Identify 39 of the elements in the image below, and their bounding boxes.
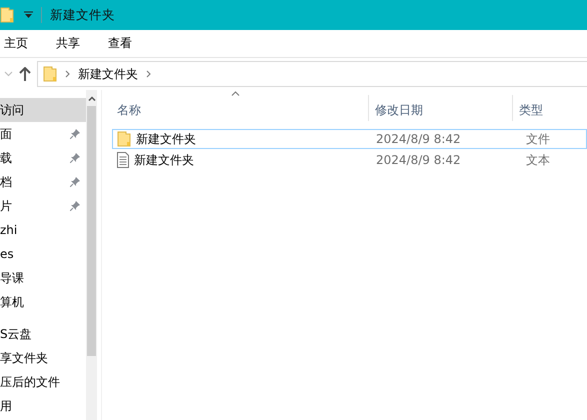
ribbon-tab[interactable]: 查看 — [108, 33, 132, 54]
scrollbar[interactable] — [86, 90, 98, 420]
file-name: 新建文件夹 — [134, 152, 194, 168]
sort-caret-icon — [230, 91, 240, 96]
date-cell-text: 2024/8/9 8:42 — [375, 132, 462, 146]
window-title: 新建文件夹 — [50, 6, 115, 24]
nav-item[interactable]: es — [0, 242, 86, 266]
dropdown-icon[interactable] — [24, 11, 33, 19]
nav-item[interactable]: 导课 — [0, 266, 86, 290]
type-cell-text: 文本 — [525, 152, 551, 168]
ribbon-tab[interactable]: 主页 — [4, 33, 28, 54]
breadcrumb[interactable]: 新建文件夹 — [78, 66, 138, 82]
type-cell-text: 文件 — [525, 130, 551, 148]
file-row[interactable]: 新建文件夹 2024/8/9 8:42 文件 — [112, 129, 587, 149]
address-bar[interactable]: 新建文件夹 — [37, 61, 587, 87]
nav-item[interactable]: 算机 — [0, 290, 86, 314]
up-arrow-icon[interactable] — [19, 67, 31, 81]
nav-item[interactable]: 享文件夹 — [0, 346, 86, 370]
file-row[interactable]: 新建文件夹 2024/8/9 8:42 文本 — [112, 150, 587, 170]
column-header[interactable]: 类型 — [513, 90, 573, 126]
nav-item[interactable]: 面 — [0, 122, 86, 146]
nav-item[interactable]: 访问 — [0, 98, 86, 122]
file-name: 新建文件夹 — [136, 130, 196, 148]
chevron-icon — [65, 70, 70, 78]
nav-item[interactable]: 档 — [0, 170, 86, 194]
nav-item[interactable]: S云盘 — [0, 322, 86, 346]
folder-icon — [0, 7, 14, 23]
folder-icon — [117, 131, 131, 147]
nav-item[interactable]: 片 — [0, 194, 86, 218]
nav-item[interactable]: zhi — [0, 218, 86, 242]
nav-item[interactable]: 用 — [0, 394, 86, 418]
nav-item[interactable]: 载 — [0, 146, 86, 170]
chevron-icon[interactable] — [146, 70, 151, 78]
folder-icon — [43, 66, 57, 82]
scroll-up-icon[interactable] — [88, 96, 96, 100]
date-cell-text: 2024/8/9 8:42 — [375, 153, 462, 167]
nav-item[interactable]: 压后的文件 — [0, 370, 86, 394]
document-icon — [117, 152, 129, 168]
ribbon-tab[interactable]: 共享 — [56, 33, 80, 54]
